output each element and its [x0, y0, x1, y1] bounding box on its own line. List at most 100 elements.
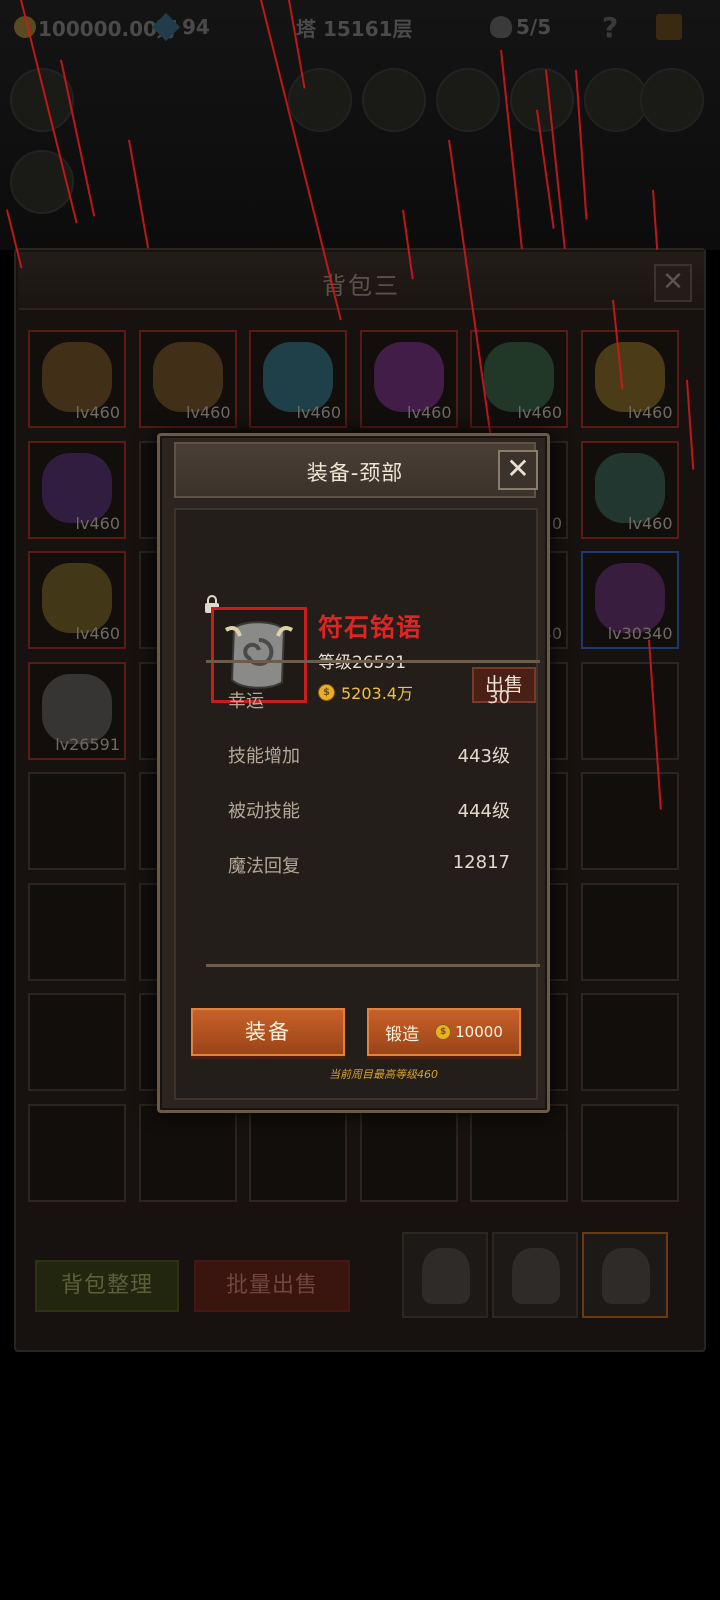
stat-name: 魔法回复 — [228, 856, 300, 877]
equip-slot[interactable] — [584, 68, 648, 132]
inventory-slot[interactable] — [470, 1103, 568, 1202]
inventory-slot[interactable] — [28, 1103, 126, 1202]
item-icon — [594, 563, 665, 633]
gem-amount: 94 — [182, 15, 210, 39]
bag-icon — [422, 1248, 470, 1304]
forge-label: 锻造 — [385, 1024, 420, 1045]
inventory-slot[interactable] — [249, 1103, 347, 1202]
item-icon — [594, 342, 665, 412]
bag-tab-3[interactable] — [582, 1232, 668, 1318]
stat-name: 幸运 — [228, 691, 264, 712]
bag-icon — [512, 1248, 560, 1304]
slot-level: lv460 — [407, 403, 452, 422]
inventory-slot[interactable]: lv26591 — [28, 661, 126, 760]
inventory-slot[interactable] — [580, 1103, 679, 1202]
item-icon — [42, 342, 112, 412]
inventory-slot[interactable] — [580, 993, 679, 1091]
tower-floor-label: 塔 15161层 — [296, 16, 413, 41]
item-name: 符石铭语 — [318, 613, 423, 642]
equip-slot[interactable] — [288, 68, 352, 132]
tower-floor: 塔 15161层 — [296, 12, 413, 42]
backpack-title: 背包三 — [322, 272, 400, 300]
inventory-slot[interactable]: lv460 — [28, 330, 126, 428]
slot-level: lv460 — [628, 513, 673, 533]
inventory-slot[interactable] — [28, 882, 126, 981]
backpack-close-button[interactable]: ✕ — [654, 264, 692, 302]
slot-level: lv460 — [628, 403, 673, 422]
inventory-slot[interactable]: lv460 — [249, 330, 347, 428]
gift-icon — [656, 14, 682, 40]
item-icon — [42, 452, 112, 523]
item-icon — [373, 342, 444, 412]
dialog-header: 装备-颈部 — [174, 442, 536, 498]
slot-level: lv460 — [296, 403, 341, 422]
forge-button[interactable]: 锻造 $ 10000 — [367, 1008, 521, 1056]
stat-row: 幸运 30 — [228, 687, 510, 713]
slot-level: lv460 — [517, 403, 562, 422]
inventory-slot[interactable]: lv460 — [138, 330, 237, 428]
item-icon — [42, 673, 112, 744]
slot-level: lv26591 — [55, 734, 120, 754]
gold-coin-icon: $ — [435, 1024, 452, 1040]
skull-counter: 5/5 — [490, 12, 551, 42]
bag-tab-1[interactable] — [402, 1232, 488, 1318]
arrange-backpack-button[interactable]: 背包整理 — [35, 1260, 179, 1312]
bag-tab-2[interactable] — [492, 1232, 578, 1318]
backpack-header: 背包三 ✕ — [18, 252, 704, 310]
slot-level: lv30340 — [607, 624, 673, 643]
stat-row: 被动技能 444级 — [228, 797, 510, 823]
help-button[interactable]: ? — [602, 10, 619, 44]
stat-value: 443级 — [457, 746, 510, 767]
equip-slot[interactable] — [510, 68, 574, 132]
inventory-slot[interactable] — [28, 993, 126, 1091]
gem-counter: 94 — [151, 12, 210, 42]
item-icon — [42, 563, 112, 633]
item-icon — [263, 342, 333, 412]
slot-level: lv460 — [75, 513, 120, 533]
stat-value: 30 — [487, 687, 510, 708]
dialog-title: 装备-颈部 — [306, 461, 404, 485]
stat-row: 技能增加 443级 — [228, 742, 510, 768]
equip-slot[interactable] — [436, 68, 500, 132]
inventory-slot[interactable]: lv460 — [580, 440, 679, 539]
inventory-slot[interactable]: lv460 — [580, 330, 679, 428]
equipment-dialog: 装备-颈部 ✕ 符石铭语 等级26591 $ 5203.4万 出售 幸运 30 — [157, 433, 550, 1113]
inventory-slot[interactable]: lv460 — [28, 551, 126, 649]
inventory-slot[interactable] — [580, 882, 679, 981]
slot-level: lv460 — [75, 624, 120, 643]
help-icon: ? — [602, 10, 619, 44]
stat-value: 12817 — [452, 852, 510, 873]
inventory-slot[interactable] — [138, 1103, 237, 1202]
gem-icon — [151, 12, 181, 42]
dialog-close-button[interactable]: ✕ — [498, 450, 538, 490]
inventory-slot[interactable]: lv460 — [470, 330, 568, 428]
inventory-slot[interactable]: lv460 — [28, 440, 126, 539]
skull-amount: 5/5 — [516, 15, 552, 39]
max-level-hint: 当前周目最高等级460 — [329, 1068, 438, 1081]
stat-name: 技能增加 — [228, 746, 300, 767]
skull-icon — [490, 16, 512, 38]
divider — [206, 964, 540, 967]
inventory-slot[interactable]: lv30340 — [580, 551, 679, 649]
top-status-bar: 100000.00万 94 塔 15161层 5/5 ? — [0, 0, 720, 54]
equip-slot[interactable] — [640, 68, 704, 132]
stat-value: 444级 — [457, 801, 510, 822]
inventory-slot[interactable] — [580, 661, 679, 760]
slot-level: lv460 — [75, 403, 120, 422]
gift-button[interactable] — [656, 12, 682, 42]
slot-level: 0 — [551, 513, 562, 533]
inventory-slot[interactable]: lv460 — [359, 330, 458, 428]
inventory-slot[interactable] — [28, 772, 126, 870]
stat-name: 被动技能 — [228, 801, 300, 822]
slot-level: lv460 — [186, 403, 231, 422]
forge-cost: 10000 — [455, 1023, 503, 1041]
divider — [206, 660, 540, 663]
item-icon — [594, 452, 665, 523]
bag-icon — [602, 1248, 650, 1304]
equip-button[interactable]: 装备 — [191, 1008, 345, 1056]
inventory-slot[interactable] — [580, 772, 679, 870]
equip-slot[interactable] — [362, 68, 426, 132]
inventory-slot[interactable] — [359, 1103, 458, 1202]
item-icon — [152, 342, 223, 412]
batch-sell-button[interactable]: 批量出售 — [194, 1260, 350, 1312]
